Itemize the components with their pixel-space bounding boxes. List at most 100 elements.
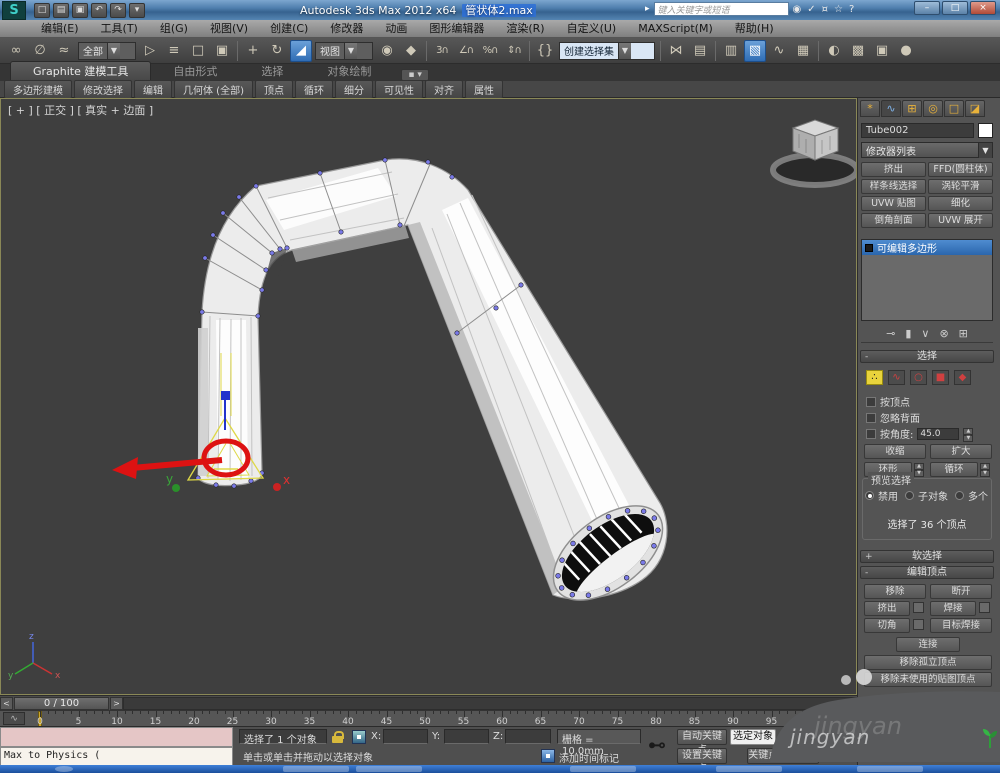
auto-key-button[interactable]: 自动关键点 (677, 729, 727, 745)
render-setup-icon[interactable]: ▩ (847, 40, 869, 62)
weld-settings-icon[interactable] (979, 602, 990, 613)
next-frame-button[interactable]: > (110, 697, 123, 710)
select-and-scale-icon[interactable]: ◢ (290, 40, 312, 62)
percent-snap-icon[interactable]: %∩ (479, 40, 501, 62)
ribbon-panel-9[interactable]: 属性 (465, 80, 503, 99)
ribbon-tab-1[interactable]: 自由形式 (151, 62, 239, 81)
time-slider-handle[interactable]: 0 / 100 (14, 697, 109, 710)
key-shortcut-icon[interactable]: ✓ (807, 4, 815, 15)
save-file-icon[interactable]: ▣ (72, 3, 88, 18)
minimize-button[interactable]: – (914, 1, 940, 15)
chevron-down-icon[interactable]: ▼ (618, 43, 631, 59)
ignore-backfacing-checkbox[interactable]: 忽略背面 (866, 410, 920, 425)
curve-editor-icon[interactable]: ∿ (768, 40, 790, 62)
modifier-shortcut-button-0[interactable]: 挤出 (861, 162, 926, 177)
menu-item-11[interactable]: 帮助(H) (724, 20, 785, 38)
render-production-icon[interactable]: ● (895, 40, 917, 62)
align-icon[interactable]: ▤ (689, 40, 711, 62)
use-pivot-center-icon[interactable]: ◉ (376, 40, 398, 62)
named-selection-sets-dropdown[interactable]: 创建选择集▼ (559, 42, 655, 60)
connect-button[interactable]: 连接 (896, 637, 960, 652)
x-coord-field[interactable] (383, 729, 428, 744)
modifier-shortcut-button-4[interactable]: UVW 贴图 (861, 196, 926, 211)
chevron-down-icon[interactable]: ▼ (978, 143, 992, 158)
ribbon-panel-6[interactable]: 细分 (335, 80, 373, 99)
vertex-subobject-icon[interactable]: ∴ (866, 370, 883, 385)
modifier-shortcut-button-7[interactable]: UVW 展开 (928, 213, 993, 228)
utilities-tab[interactable]: ◪ (965, 100, 985, 117)
configure-modifier-sets-icon[interactable]: ⊞ (959, 327, 968, 340)
unlink-selection-icon[interactable]: ∅ (29, 40, 51, 62)
absolute-mode-icon[interactable] (352, 730, 366, 744)
preview-radio-2[interactable]: 多个 (955, 488, 988, 503)
app-logo-icon[interactable]: S (2, 1, 26, 20)
redo-icon[interactable]: ↷ (110, 3, 126, 18)
help-icon[interactable]: ? (849, 4, 854, 15)
bind-to-space-warp-icon[interactable]: ≈ (53, 40, 75, 62)
ribbon-panel-7[interactable]: 可见性 (375, 80, 423, 99)
material-editor-icon[interactable]: ◐ (823, 40, 845, 62)
ribbon-tab-3[interactable]: 对象绘制 (305, 62, 393, 81)
edit-named-selection-sets-icon[interactable]: {} (534, 40, 556, 62)
break-button[interactable]: 断开 (930, 584, 992, 599)
taskbar-app[interactable] (356, 766, 422, 772)
polygon-subobject-icon[interactable]: ■ (932, 370, 949, 385)
shrink-button[interactable]: 收缩 (864, 444, 926, 459)
object-name-field[interactable]: Tube002 (861, 123, 974, 138)
spinner-snap-icon[interactable]: ⇕∩ (503, 40, 525, 62)
remove-vertex-button[interactable]: 移除 (864, 584, 926, 599)
y-coord-field[interactable] (444, 729, 489, 744)
undo-icon[interactable]: ↶ (91, 3, 107, 18)
modifier-list-dropdown[interactable]: 修改器列表▼ (861, 142, 993, 158)
edge-subobject-icon[interactable]: ∿ (888, 370, 905, 385)
display-tab[interactable]: □ (944, 100, 964, 117)
by-angle-field[interactable]: 45.0 (917, 428, 959, 440)
graphite-ribbon-toggle-icon[interactable]: ▧ (744, 40, 766, 62)
weld-button[interactable]: 焊接 (930, 601, 976, 616)
taskbar-app[interactable] (283, 766, 349, 772)
modifier-shortcut-button-6[interactable]: 倒角剖面 (861, 213, 926, 228)
set-key-button[interactable]: 设置关键点 (677, 748, 727, 764)
grow-button[interactable]: 扩大 (930, 444, 992, 459)
rollout-selection[interactable]: -选择 (860, 350, 994, 363)
chamfer-settings-icon[interactable] (913, 619, 924, 630)
create-tab[interactable]: * (860, 100, 880, 117)
ribbon-panel-1[interactable]: 修改选择 (74, 80, 132, 99)
stack-item-editable-poly[interactable]: 可编辑多边形 (862, 240, 992, 255)
object-color-swatch[interactable] (978, 123, 993, 138)
viewport[interactable]: [ + ] [ 正交 ] [ 真实 + 边面 ] (0, 98, 857, 695)
ribbon-panel-8[interactable]: 对齐 (425, 80, 463, 99)
mirror-icon[interactable]: ⋈ (665, 40, 687, 62)
ribbon-panel-2[interactable]: 编辑 (134, 80, 172, 99)
z-coord-field[interactable] (505, 729, 551, 744)
selection-lock-icon[interactable] (332, 731, 344, 743)
hierarchy-tab[interactable]: ⊞ (902, 100, 922, 117)
modify-tab[interactable]: ∿ (881, 100, 901, 117)
taskbar-app[interactable] (857, 766, 923, 772)
selection-filter-dropdown[interactable]: 全部▼ (78, 42, 136, 60)
modifier-shortcut-button-2[interactable]: 样条线选择 (861, 179, 926, 194)
ribbon-panel-0[interactable]: 多边形建模 (4, 80, 72, 99)
keyboard-entry-icon[interactable] (541, 749, 555, 763)
menu-item-5[interactable]: 修改器 (319, 20, 374, 38)
rollout-soft-selection[interactable]: +软选择 (860, 550, 994, 563)
extrude-settings-icon[interactable] (913, 602, 924, 613)
menu-item-6[interactable]: 动画 (374, 20, 418, 38)
ribbon-panel-5[interactable]: 循环 (295, 80, 333, 99)
menu-item-9[interactable]: 自定义(U) (556, 20, 628, 38)
search-input[interactable]: 键入关键字或短语 (654, 2, 789, 16)
rectangular-selection-region-icon[interactable]: □ (187, 40, 209, 62)
window-crossing-icon[interactable]: ▣ (211, 40, 233, 62)
toolbar-options-icon[interactable]: ▾ (129, 3, 145, 18)
menu-item-3[interactable]: 视图(V) (199, 20, 259, 38)
remove-modifier-icon[interactable]: ⊗ (939, 327, 948, 340)
select-object-icon[interactable]: ▷ (139, 40, 161, 62)
binoculars-icon[interactable]: ◉ (793, 4, 802, 15)
windows-taskbar[interactable] (0, 765, 1000, 773)
favorites-star-icon[interactable]: ☆ (834, 4, 843, 15)
by-vertex-checkbox[interactable]: 按顶点 (866, 394, 910, 409)
new-file-icon[interactable]: □ (34, 3, 50, 18)
ribbon-panel-4[interactable]: 顶点 (255, 80, 293, 99)
target-weld-button[interactable]: 目标焊接 (930, 618, 992, 633)
menu-item-7[interactable]: 图形编辑器 (418, 20, 495, 38)
